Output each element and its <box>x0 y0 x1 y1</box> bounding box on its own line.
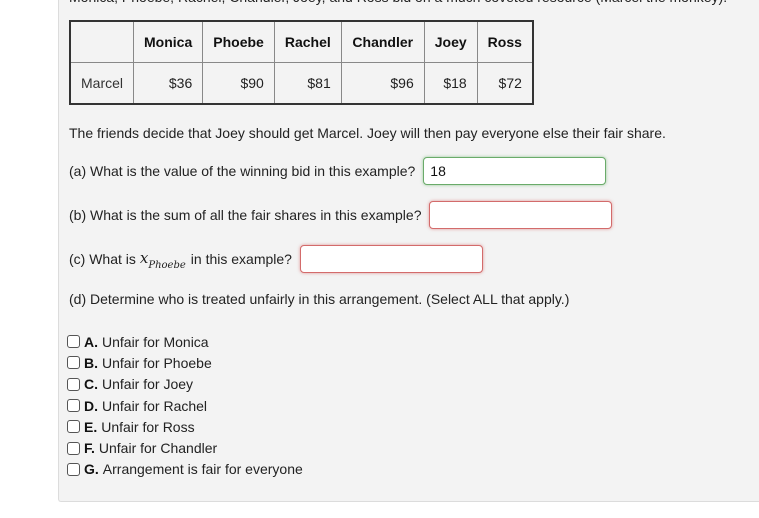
choice-f[interactable]: F. Unfair for Chandler <box>67 437 303 458</box>
answer-c-input[interactable] <box>299 245 483 273</box>
choice-text: Unfair for Monica <box>102 333 209 350</box>
bid-cell: $36 <box>133 62 204 105</box>
choice-g[interactable]: G. Arrangement is fair for everyone <box>67 459 303 480</box>
bids-table: Monica Phoebe Rachel Chandler Joey Ross … <box>69 20 534 105</box>
choice-text: Unfair for Phoebe <box>102 354 212 371</box>
column-header: Joey <box>423 20 478 63</box>
checkbox[interactable] <box>67 399 80 413</box>
bid-cell: $81 <box>273 62 342 105</box>
bid-cell: $72 <box>476 62 534 105</box>
table-corner <box>69 20 135 63</box>
choice-text: Unfair for Rachel <box>102 397 208 414</box>
intro-text: Monica, Phoebe, Rachel, Chandler, Joey, … <box>69 0 727 5</box>
choice-letter: B. <box>84 354 98 371</box>
question-panel: Monica, Phoebe, Rachel, Chandler, Joey, … <box>58 0 759 502</box>
row-header: Marcel <box>69 62 135 105</box>
bid-cell: $96 <box>340 62 425 105</box>
question-c-prefix: (c) What is <box>69 251 136 267</box>
checkbox[interactable] <box>67 356 80 370</box>
choice-list: A. Unfair for Monica B. Unfair for Phoeb… <box>67 331 303 480</box>
bid-cell: $90 <box>202 62 275 105</box>
choice-c[interactable]: C. Unfair for Joey <box>67 374 303 395</box>
table-header-row: Monica Phoebe Rachel Chandler Joey Ross <box>69 20 534 63</box>
answer-a-input[interactable] <box>423 157 607 185</box>
answer-b-input[interactable] <box>429 201 613 229</box>
bid-cell: $18 <box>423 62 478 105</box>
checkbox[interactable] <box>67 377 80 391</box>
math-subscript: Phoebe <box>148 259 186 271</box>
choice-a[interactable]: A. Unfair for Monica <box>67 331 303 352</box>
column-header: Ross <box>476 20 534 63</box>
choice-text: Unfair for Joey <box>102 376 194 393</box>
column-header: Monica <box>133 20 204 63</box>
choice-letter: A. <box>84 333 98 350</box>
checkbox[interactable] <box>67 335 80 349</box>
choice-e[interactable]: E. Unfair for Ross <box>67 416 303 437</box>
choice-letter: D. <box>84 397 98 414</box>
question-b-label: (b) What is the sum of all the fair shar… <box>69 207 422 223</box>
checkbox[interactable] <box>67 441 80 455</box>
checkbox[interactable] <box>67 462 80 476</box>
choice-b[interactable]: B. Unfair for Phoebe <box>67 352 303 373</box>
choice-letter: G. <box>84 461 99 478</box>
question-c: (c) What is xPhoebe in this example? <box>69 245 483 273</box>
column-header: Phoebe <box>202 20 275 63</box>
question-b: (b) What is the sum of all the fair shar… <box>69 201 613 229</box>
choice-text: Unfair for Chandler <box>98 440 218 457</box>
choice-letter: E. <box>84 418 98 435</box>
choice-letter: C. <box>84 376 98 393</box>
checkbox[interactable] <box>67 420 80 434</box>
choice-d[interactable]: D. Unfair for Rachel <box>67 395 303 416</box>
choice-text: Unfair for Ross <box>101 418 195 435</box>
question-d-label: (d) Determine who is treated unfairly in… <box>69 291 570 307</box>
question-c-suffix: in this example? <box>190 251 292 267</box>
column-header: Chandler <box>340 20 425 63</box>
math-variable: xPhoebe <box>140 249 186 271</box>
choice-letter: F. <box>84 440 95 457</box>
choice-text: Arrangement is fair for everyone <box>102 461 303 478</box>
question-a-label: (a) What is the value of the winning bid… <box>69 163 416 179</box>
problem-statement: The friends decide that Joey should get … <box>69 125 666 141</box>
question-a: (a) What is the value of the winning bid… <box>69 157 607 185</box>
table-row: Marcel $36 $90 $81 $96 $18 $72 <box>69 62 534 105</box>
column-header: Rachel <box>273 20 342 63</box>
